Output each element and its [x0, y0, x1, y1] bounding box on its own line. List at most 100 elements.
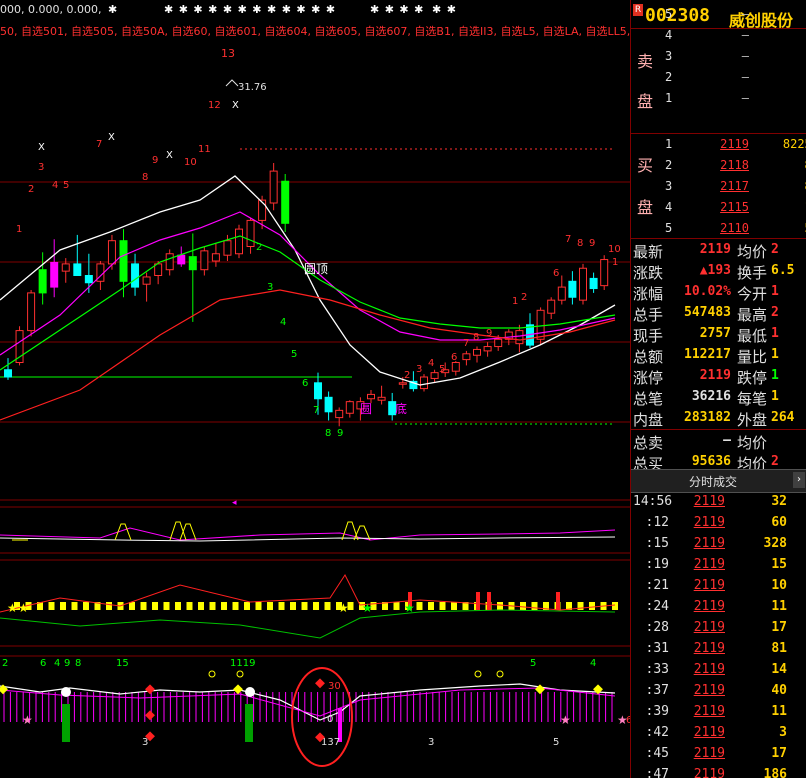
tick-row[interactable]: :33 2119 14: [631, 659, 806, 680]
ind2-bar: [428, 602, 434, 610]
ind3-ring: [236, 670, 244, 678]
tick-row[interactable]: :24 2119 11: [631, 596, 806, 617]
tick-row[interactable]: :47 2119 186: [631, 764, 806, 778]
sell-volume: —: [753, 70, 806, 84]
buy-level-row[interactable]: 2 2118 88: [659, 155, 806, 176]
rebound-count-label: 10: [608, 244, 621, 255]
tick-tab-arrow-button[interactable]: ›: [793, 472, 805, 488]
stat-row: 总手 547483 最高 2: [631, 303, 806, 324]
tick-time: :24: [645, 599, 669, 614]
stat-key: 现手: [633, 327, 664, 345]
tick-row[interactable]: :28 2119 17: [631, 617, 806, 638]
candle-body: [188, 256, 197, 271]
stat-value: 36216: [691, 389, 731, 404]
tick-row[interactable]: :31 2119 81: [631, 638, 806, 659]
ind3-red-diamond: [145, 710, 155, 721]
round-top-label: 圆顶: [304, 262, 328, 276]
stat-value: 112217: [684, 347, 731, 362]
ind2-bar: [244, 602, 250, 610]
level-number: 5: [665, 7, 673, 21]
up-count-label: 4: [52, 180, 58, 191]
buy-level-row[interactable]: 3 2117 86: [659, 176, 806, 197]
ind2-bar: [520, 602, 526, 610]
ind3-mark: 30: [328, 681, 341, 692]
tick-row[interactable]: :39 2119 11: [631, 701, 806, 722]
rebound-count-label: 2: [404, 370, 410, 381]
ind2-bar: [209, 602, 216, 610]
ind2-red-bar: [556, 592, 560, 610]
rebound-count-label: 8: [473, 332, 479, 343]
tick-time: :42: [645, 725, 669, 740]
stat-value-2: 6.5: [771, 263, 795, 278]
candle-body: [547, 299, 556, 314]
round-bottom-label-2: 底: [395, 401, 407, 416]
stat-key: 内盘: [633, 411, 664, 429]
ind3-star: ★: [22, 713, 33, 727]
kline-svg[interactable]: 1331.76圆顶圆 底2345678 91234 5789 1011122345678…: [0, 0, 630, 778]
stat-row: 总卖 — 均价: [631, 431, 806, 452]
tick-row[interactable]: :42 2119 3: [631, 722, 806, 743]
sell-level-row[interactable]: 1 — —: [659, 88, 806, 109]
tick-time: :47: [645, 767, 669, 778]
kline-chart-area[interactable]: 000, 0.000, 0.000, ✱ ✱ ✱ ✱ ✱ ✱ ✱ ✱ ✱ ✱ ✱…: [0, 0, 630, 778]
sell-price: —: [741, 7, 749, 21]
ind3-number: 1119: [230, 658, 255, 669]
candle-body: [119, 240, 128, 282]
candle-body: [50, 261, 59, 288]
tick-volume: 32: [771, 494, 787, 509]
sell-level-row[interactable]: 3 — —: [659, 46, 806, 67]
tick-time: :37: [645, 683, 669, 698]
rebound-count-label: 9: [589, 238, 595, 249]
tick-row[interactable]: :21 2119 10: [631, 575, 806, 596]
rebound-count-label: 7: [463, 338, 469, 349]
stat-row: 现手 2757 最低 1: [631, 324, 806, 345]
quote-panel: R 002308 威创股份 卖 盘 5 — —4 — —3 — —2 — —1 …: [630, 0, 806, 778]
ind2-bar: [393, 602, 400, 610]
tick-row[interactable]: 14:56 2119 32: [631, 491, 806, 512]
sell-price: —: [741, 28, 749, 42]
ind3-number: 2: [2, 658, 8, 669]
stat-row: 涨跌 ▲193 换手 6.5: [631, 261, 806, 282]
tick-row[interactable]: :37 2119 40: [631, 680, 806, 701]
stat-row: 涨幅 10.02% 今开 1: [631, 282, 806, 303]
candle-body: [27, 292, 36, 332]
tick-row[interactable]: :15 2119 328: [631, 533, 806, 554]
buy-level-row[interactable]: 4 2115 10: [659, 197, 806, 218]
tick-tab-title[interactable]: 分时成交: [631, 473, 795, 490]
tick-row[interactable]: :12 2119 60: [631, 512, 806, 533]
candle-body: [258, 199, 267, 221]
sell-level-row[interactable]: 2 — —: [659, 67, 806, 88]
buy-volume: 82257: [782, 137, 806, 151]
buy-level-row[interactable]: 5 2110 58: [659, 218, 806, 239]
sell-label-1: 卖: [636, 52, 653, 71]
sell-volume: —: [753, 28, 806, 42]
buy-level-row[interactable]: 1 2119 82257: [659, 134, 806, 155]
wave-count-label: 7: [313, 405, 319, 416]
buy-price: 2117: [720, 179, 749, 193]
candle-body: [462, 353, 471, 361]
level-number: 3: [665, 49, 673, 63]
tick-row[interactable]: :19 2119 15: [631, 554, 806, 575]
sell-level-row[interactable]: 4 — —: [659, 25, 806, 46]
candle-body: [557, 286, 566, 301]
tick-tab[interactable]: 分时成交 ›: [631, 469, 806, 493]
up-count-label: 10: [184, 157, 197, 168]
ind2-bar: [324, 602, 331, 610]
rebound-count-label: 4: [428, 358, 434, 369]
tick-volume: 11: [771, 704, 787, 719]
sell-level-row[interactable]: 5 — —: [659, 4, 806, 25]
tick-time: :12: [645, 515, 669, 530]
stat-value: 10.02%: [684, 284, 731, 299]
ind2-bar: [497, 602, 503, 610]
candle-body: [473, 348, 481, 356]
candle-body: [345, 401, 354, 414]
stats-divider-2: [631, 429, 806, 430]
buy-volume: 86: [753, 179, 806, 193]
stat-key: 总额: [633, 348, 664, 366]
ind3-green-bar: [245, 704, 253, 742]
ind2-bar: [255, 602, 262, 610]
tick-row[interactable]: :45 2119 17: [631, 743, 806, 764]
up-count-label: 12: [208, 100, 221, 111]
tick-volume: 17: [771, 620, 787, 635]
scroll-marker: ◂: [232, 498, 237, 508]
